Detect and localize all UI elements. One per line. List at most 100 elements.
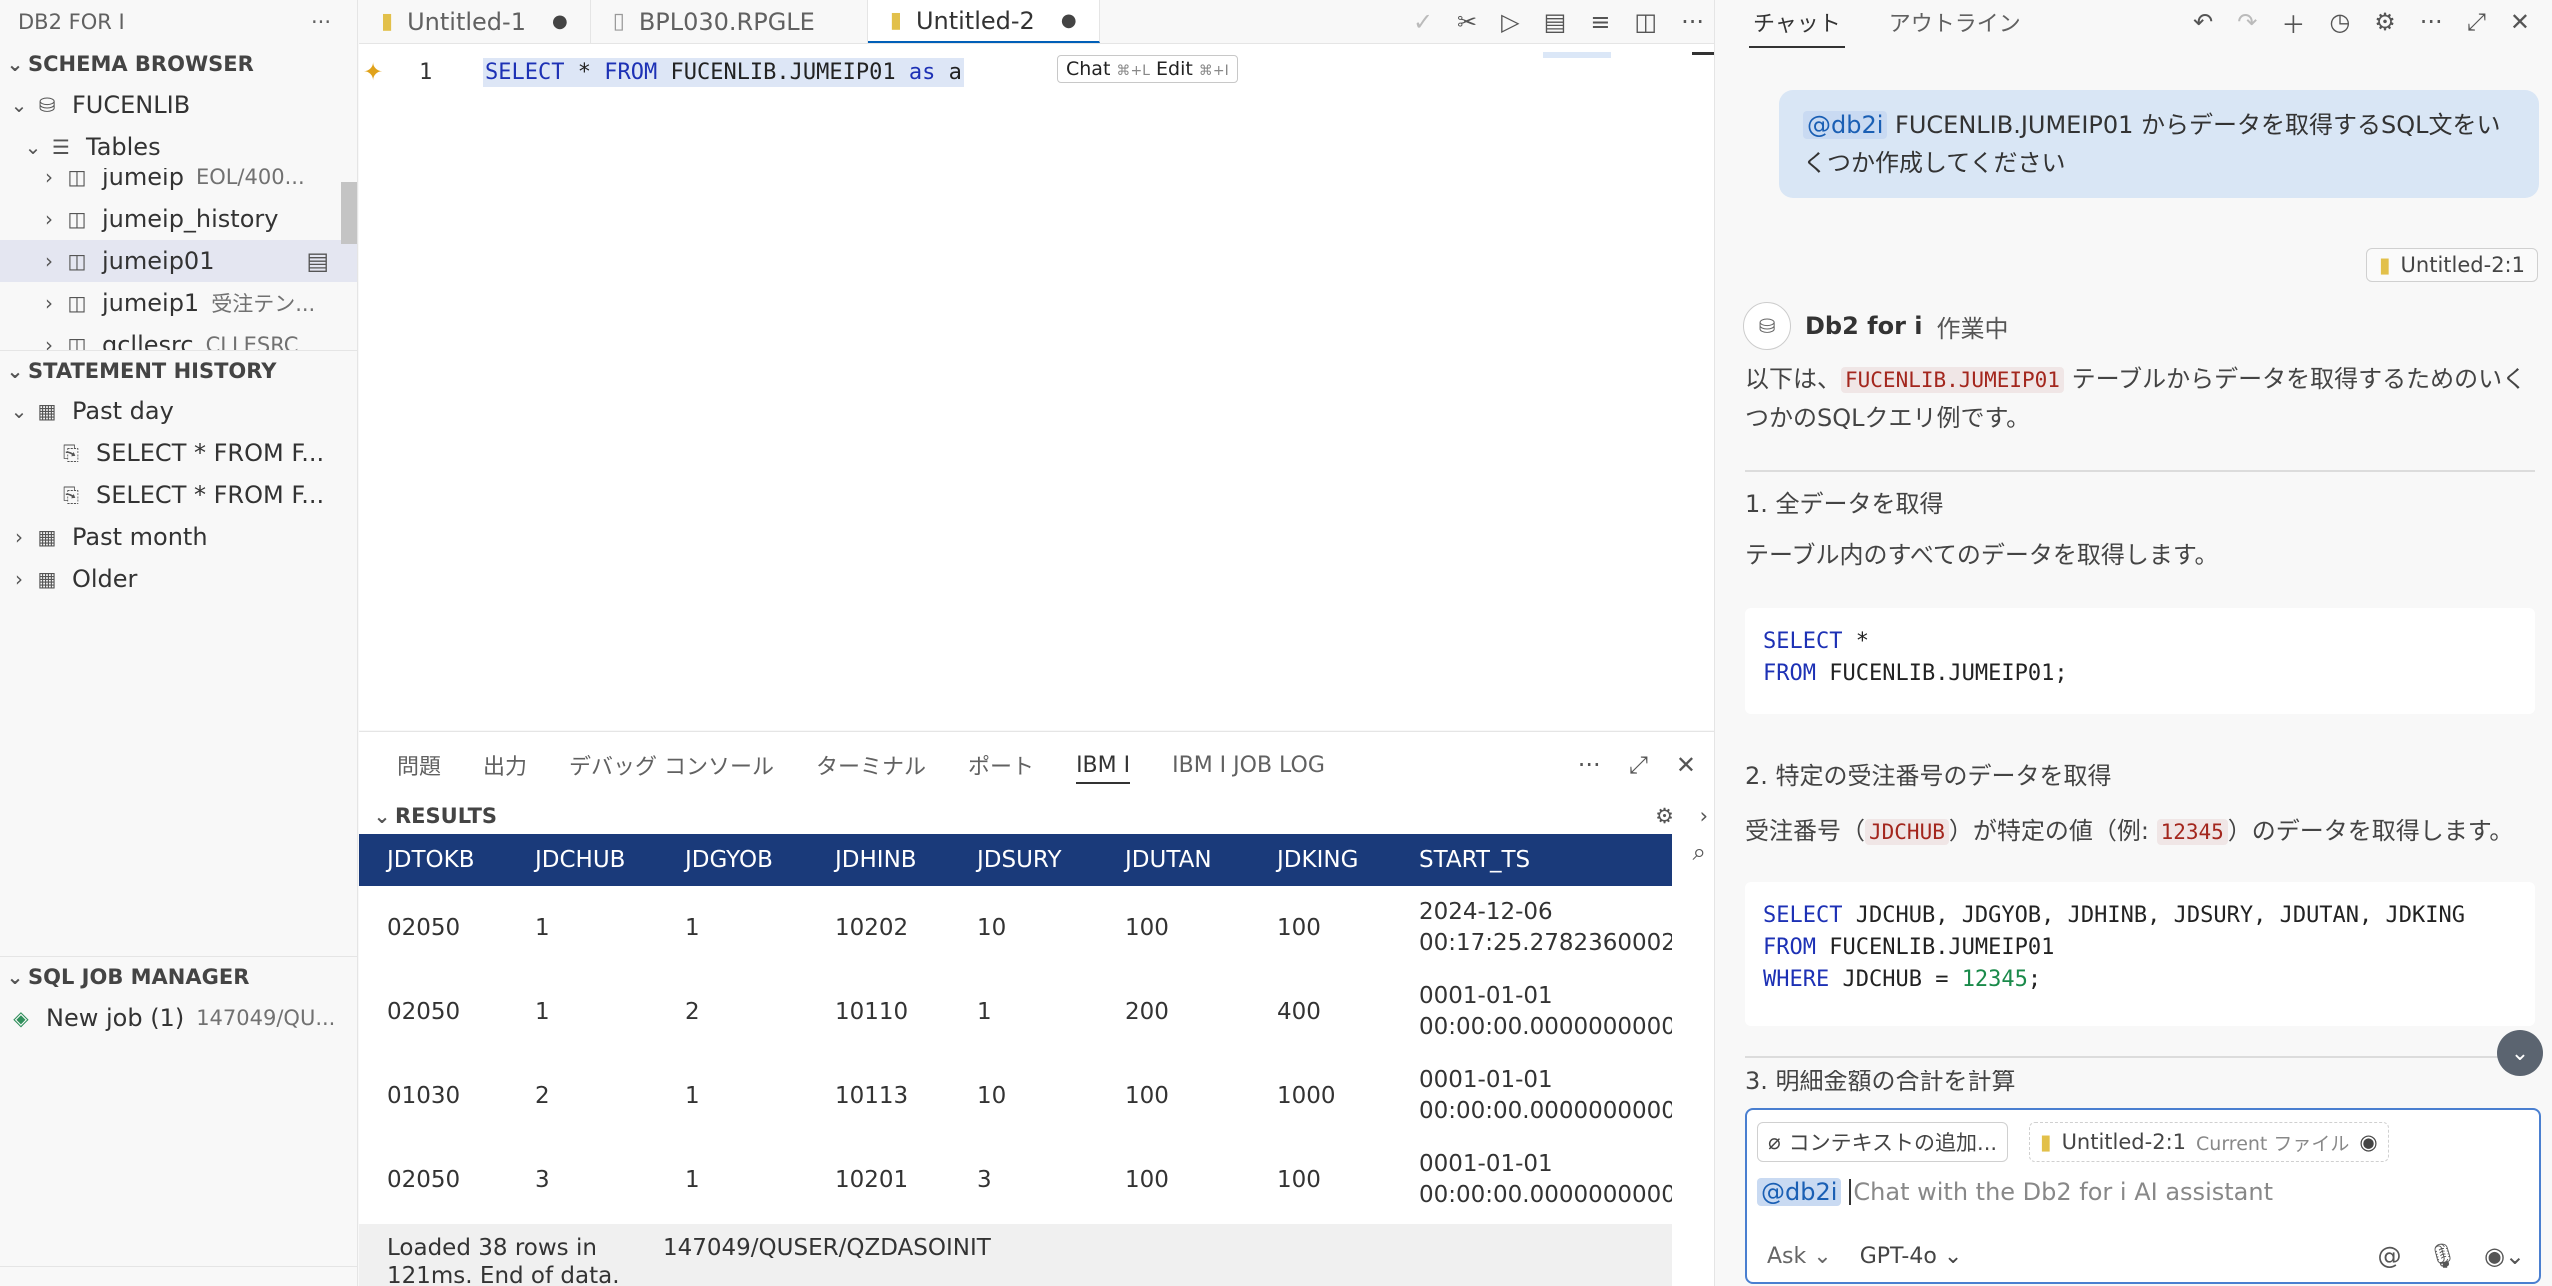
panel-tab-ibm-i[interactable]: IBM I (1076, 732, 1131, 798)
tables-node[interactable]: ⌄ ☰ Tables (0, 126, 357, 168)
column-header[interactable]: START_TS (1391, 834, 1672, 886)
more-actions-icon[interactable]: ··· (1578, 751, 1601, 779)
redo-icon[interactable]: ↷ (2237, 8, 2257, 36)
undo-icon[interactable]: ↶ (2193, 8, 2213, 36)
table-cell[interactable]: 0001-01-01 00:00:00.0000000000 (1391, 1054, 1672, 1138)
table-cell[interactable]: 3 (949, 1138, 1097, 1222)
table-cell[interactable]: 10 (949, 886, 1097, 970)
history-item[interactable]: ⎘ SELECT * FROM F... (0, 432, 357, 474)
table-cell[interactable]: 0001-01-01 00:00:00.0000000000 (1391, 1138, 1672, 1222)
sql-job-manager-header[interactable]: ⌄ SQL JOB MANAGER (0, 957, 357, 997)
send-icon[interactable]: ◉⌄ (2484, 1242, 2525, 1270)
ai-sparkle-icon[interactable]: ✦ (363, 58, 383, 86)
table-cell[interactable]: 100 (1097, 886, 1249, 970)
table-cell[interactable]: 1 (507, 886, 657, 970)
microphone-icon[interactable]: 🎙 (2427, 1242, 2457, 1270)
table-node-jumeip-history[interactable]: › ◫ jumeip_history (0, 198, 357, 240)
close-icon[interactable]: ✕ (1676, 751, 1696, 779)
table-cell[interactable]: 400 (1249, 970, 1391, 1054)
tab-chat[interactable]: チャット (1749, 6, 1845, 48)
search-icon[interactable]: ⌕ (1693, 838, 1706, 866)
view-contents-icon[interactable]: ▤ (306, 247, 329, 275)
eye-icon[interactable]: ◉ (2359, 1130, 2377, 1154)
table-cell[interactable]: 10110 (807, 970, 949, 1054)
table-cell[interactable]: 10113 (807, 1054, 949, 1138)
table-cell[interactable]: 1 (657, 886, 807, 970)
table-cell[interactable]: 1 (657, 1138, 807, 1222)
table-cell[interactable]: 10201 (807, 1138, 949, 1222)
table-node-jumeip1[interactable]: › ◫ jumeip1 受注テン... (0, 282, 357, 324)
table-cell[interactable]: 0001-01-01 00:00:00.0000000000 (1391, 970, 1672, 1054)
tables-scrollbar[interactable] (341, 182, 357, 244)
editor-tab-untitled-2[interactable]: ▮ Untitled-2 ● (867, 0, 1100, 43)
mention-icon[interactable]: @ (2377, 1242, 2401, 1270)
table-cell[interactable]: 100 (1097, 1054, 1249, 1138)
table-cell[interactable]: 3 (507, 1138, 657, 1222)
column-header[interactable]: JDGYOB (657, 834, 807, 886)
table-node-qcllesrc[interactable]: › ◫ qcllesrc CLLESRC (0, 324, 357, 350)
table-cell[interactable]: 02050 (359, 970, 507, 1054)
table-cell[interactable]: 200 (1097, 970, 1249, 1054)
history-group-past-day[interactable]: ⌄ ▦ Past day (0, 390, 357, 432)
scroll-down-button[interactable]: ⌄ (2497, 1030, 2543, 1076)
table-cell[interactable]: 01030 (359, 1054, 507, 1138)
add-context-button[interactable]: ⌀ コンテキストの追加... (1757, 1122, 2009, 1162)
job-item[interactable]: ◈ New job (1) 147049/QU... (0, 997, 357, 1039)
table-row[interactable]: 02050 1 1 10202 10 100 100 2024-12-06 00… (359, 886, 1672, 970)
schema-node[interactable]: ⌄ ⛁ FUCENLIB (0, 84, 357, 126)
table-cell[interactable]: 2024-12-06 00:17:25.2782360002 (1391, 886, 1672, 970)
table-cell[interactable]: 2 (657, 970, 807, 1054)
new-chat-icon[interactable]: ＋ (2281, 5, 2305, 40)
column-header[interactable]: JDCHUB (507, 834, 657, 886)
table-row[interactable]: 02050 3 1 10201 3 100 100 0001-01-01 00:… (359, 1138, 1672, 1222)
chat-input-box[interactable]: ⌀ コンテキストの追加... ▮ Untitled-2:1 Current ファイル ◉… (1745, 1108, 2541, 1284)
tab-outline[interactable]: アウトライン (1889, 6, 2021, 38)
history-icon[interactable]: ◷ (2329, 8, 2350, 36)
run-icon[interactable]: ▷ (1501, 8, 1519, 36)
more-actions-icon[interactable]: ··· (2420, 8, 2443, 36)
table-row[interactable]: 02050 1 2 10110 1 200 400 0001-01-01 00:… (359, 970, 1672, 1054)
table-cell[interactable]: 1 (949, 970, 1097, 1054)
close-icon[interactable]: ✕ (2510, 8, 2530, 36)
column-header[interactable]: JDSURY (949, 834, 1097, 886)
editor-tab-untitled-1[interactable]: ▮ Untitled-1 ● (359, 0, 591, 43)
panel-tab-output[interactable]: 出力 (483, 732, 527, 798)
history-item[interactable]: ⎘ SELECT * FROM F... (0, 474, 357, 516)
code-block-2[interactable]: SELECT JDCHUB, JDGYOB, JDHINB, JDSURY, J… (1745, 882, 2535, 1026)
panel-tab-debug-console[interactable]: デバッグ コンソール (569, 732, 774, 798)
table-cell[interactable]: 100 (1249, 886, 1391, 970)
panel-tab-ports[interactable]: ポート (968, 732, 1034, 798)
file-reference-chip[interactable]: ▮ Untitled-2:1 (2365, 248, 2538, 282)
table-node-jumeip01[interactable]: › ◫ jumeip01 ▤ (0, 240, 357, 282)
table-cell[interactable]: 10202 (807, 886, 949, 970)
history-group-past-month[interactable]: › ▦ Past month (0, 516, 357, 558)
current-file-chip[interactable]: ▮ Untitled-2:1 Current ファイル ◉ (2029, 1122, 2389, 1162)
format-icon[interactable]: ≡ (1590, 8, 1610, 36)
notebook-icon[interactable]: ▤ (1544, 8, 1567, 36)
chat-input-field[interactable]: @db2i Chat with the Db2 for i AI assistan… (1757, 1178, 2273, 1206)
code-block-1[interactable]: SELECT * FROM FUCENLIB.JUMEIP01; (1745, 608, 2535, 714)
schema-browser-header[interactable]: ⌄ SCHEMA BROWSER (0, 44, 357, 84)
table-row[interactable]: 01030 2 1 10113 10 100 1000 0001-01-01 0… (359, 1054, 1672, 1138)
table-cell[interactable]: 10 (949, 1054, 1097, 1138)
gear-icon[interactable]: ⚙ (2374, 8, 2396, 36)
table-cell[interactable]: 02050 (359, 886, 507, 970)
history-group-older[interactable]: › ▦ Older (0, 558, 357, 600)
mode-dropdown[interactable]: Ask ⌄ (1767, 1244, 1832, 1269)
panel-tab-problems[interactable]: 問題 (397, 732, 441, 798)
column-header[interactable]: JDTOKB (359, 834, 507, 886)
panel-tab-terminal[interactable]: ターミナル (816, 732, 926, 798)
ellipsis-icon[interactable]: ··· (311, 10, 331, 34)
column-header[interactable]: JDUTAN (1097, 834, 1249, 886)
table-cell[interactable]: 100 (1249, 1138, 1391, 1222)
sql-statement[interactable]: SELECT * FROM FUCENLIB.JUMEIP01 as a (483, 57, 964, 87)
more-actions-icon[interactable]: ··· (1681, 8, 1704, 36)
column-header[interactable]: JDKING (1249, 834, 1391, 886)
table-cell[interactable]: 2 (507, 1054, 657, 1138)
editor-tab-bpl030[interactable]: ▯ BPL030.RPGLE (591, 0, 868, 43)
table-cell[interactable]: 1 (507, 970, 657, 1054)
tools-icon[interactable]: ✂ (1457, 8, 1477, 36)
check-all-icon[interactable]: ✓ (1413, 8, 1433, 36)
table-cell[interactable]: 02050 (359, 1138, 507, 1222)
results-header[interactable]: ⌄ RESULTS ⚙ › (359, 798, 1714, 834)
